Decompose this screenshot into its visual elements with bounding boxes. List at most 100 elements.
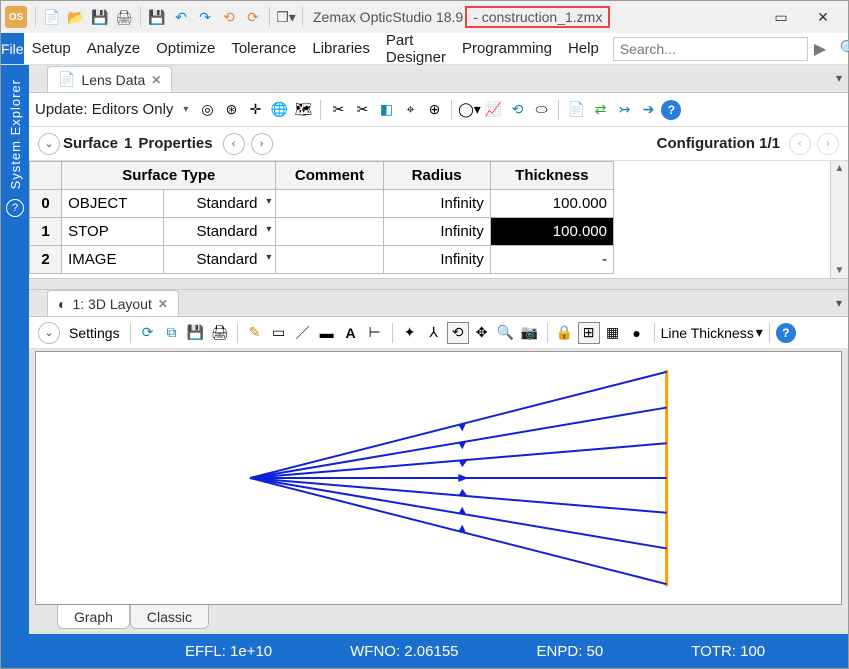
menu-programming[interactable]: Programming: [454, 33, 560, 64]
tool-b-icon[interactable]: ✂: [351, 99, 373, 121]
camera-icon[interactable]: 📷: [519, 322, 541, 344]
next-config-button[interactable]: ›: [817, 133, 839, 155]
arrow-icon[interactable]: ➔: [637, 99, 659, 121]
tool-a-icon[interactable]: ✂: [327, 99, 349, 121]
refresh-all-icon[interactable]: ⟳: [242, 6, 264, 28]
tab-lens-data[interactable]: 📄 Lens Data ✕: [47, 66, 172, 92]
help-icon[interactable]: ?: [661, 100, 681, 120]
surface-label: Surface: [63, 135, 118, 152]
menu-analyze[interactable]: Analyze: [79, 33, 148, 64]
print-icon[interactable]: 🖨: [113, 6, 135, 28]
line-icon[interactable]: ／: [292, 322, 314, 344]
tab-classic[interactable]: Classic: [130, 605, 209, 629]
layout-settings-expand[interactable]: ⌄: [38, 322, 60, 344]
menu-optimize[interactable]: Optimize: [148, 33, 223, 64]
compass-icon[interactable]: ✦: [399, 322, 421, 344]
note-icon[interactable]: 📄: [565, 99, 587, 121]
crosshair-icon[interactable]: ✛: [244, 99, 266, 121]
update-mode-label[interactable]: Update: Editors Only: [35, 101, 173, 118]
open-icon[interactable]: 📂: [65, 6, 87, 28]
swap-icon[interactable]: ⇄: [589, 99, 611, 121]
grid-icon[interactable]: ▦: [602, 322, 624, 344]
stop-icon[interactable]: ⊕: [423, 99, 445, 121]
rect-icon[interactable]: ▭: [268, 322, 290, 344]
sidebar-help-icon[interactable]: ?: [6, 199, 24, 217]
minimize-button[interactable]: ▭: [760, 3, 802, 31]
lock-icon[interactable]: 🔒: [554, 322, 576, 344]
link-icon[interactable]: ↣: [613, 99, 635, 121]
axes-icon[interactable]: ⅄: [423, 322, 445, 344]
map-icon[interactable]: 🗺: [292, 99, 314, 121]
text-icon[interactable]: A: [340, 322, 362, 344]
new-icon[interactable]: 📄: [41, 6, 63, 28]
tab-3d-layout[interactable]: ◐ 1: 3D Layout ✕: [47, 290, 179, 316]
aperture-icon[interactable]: ⌖: [399, 99, 421, 121]
layout-settings-label[interactable]: Settings: [69, 325, 120, 341]
globe-icon[interactable]: 🌐: [268, 99, 290, 121]
search-input[interactable]: [613, 37, 808, 61]
line-thickness-caret[interactable]: ▾: [756, 324, 763, 341]
save-image-icon[interactable]: 💾: [185, 322, 207, 344]
toggle-icon[interactable]: ⬭: [530, 99, 552, 121]
windows-icon[interactable]: ❐▾: [275, 6, 297, 28]
expand-properties-button[interactable]: ⌄: [38, 133, 60, 155]
file-menu[interactable]: File: [1, 33, 24, 64]
layout-panel-menu-icon[interactable]: ▾: [836, 296, 842, 310]
save-icon[interactable]: 💾: [89, 6, 111, 28]
refresh-icon[interactable]: ⟲: [218, 6, 240, 28]
tab-graph[interactable]: Graph: [57, 605, 130, 629]
refresh-layout-icon[interactable]: ⟳: [137, 322, 159, 344]
zoom-icon[interactable]: 🔍: [495, 322, 517, 344]
circle-icon[interactable]: ◯▾: [458, 99, 480, 121]
close-layout-tab-icon[interactable]: ✕: [158, 297, 168, 311]
chart-icon[interactable]: 📈: [482, 99, 504, 121]
table-row[interactable]: 2IMAGEStandardInfinity-: [30, 246, 614, 274]
lasso-icon[interactable]: ⟲: [506, 99, 528, 121]
lens-data-grid[interactable]: Surface TypeCommentRadiusThickness0OBJEC…: [29, 161, 848, 279]
fit-icon[interactable]: ⊞: [578, 322, 600, 344]
close-tab-icon[interactable]: ✕: [151, 73, 161, 87]
prev-config-button[interactable]: ‹: [789, 133, 811, 155]
table-row[interactable]: 0OBJECTStandardInfinity100.000: [30, 190, 614, 218]
prev-surface-button[interactable]: ‹: [223, 133, 245, 155]
surface-properties-row: ⌄ Surface 1 Properties ‹ › Configuration…: [29, 127, 848, 161]
layout-help-icon[interactable]: ?: [776, 323, 796, 343]
undo-icon[interactable]: ↶: [170, 6, 192, 28]
scroll-down-icon[interactable]: ▼: [835, 265, 845, 276]
black-circle-icon[interactable]: ●: [626, 322, 648, 344]
menu-part-designer[interactable]: Part Designer: [378, 33, 454, 64]
lens-icon[interactable]: ◧: [375, 99, 397, 121]
update-mode-caret[interactable]: ▾: [183, 104, 188, 115]
scroll-up-icon[interactable]: ▲: [835, 163, 845, 174]
menu-libraries[interactable]: Libraries: [304, 33, 378, 64]
rotate-icon[interactable]: ⟲: [447, 322, 469, 344]
target2-icon[interactable]: ⊛: [220, 99, 242, 121]
sidebar-system-explorer[interactable]: System Explorer ?: [1, 65, 29, 634]
redo-icon[interactable]: ↷: [194, 6, 216, 28]
close-button[interactable]: ✕: [802, 3, 844, 31]
pencil-icon[interactable]: ✎: [244, 322, 266, 344]
print-layout-icon[interactable]: 🖨: [209, 322, 231, 344]
measure-icon[interactable]: ⊢: [364, 322, 386, 344]
line-thickness-label[interactable]: Line Thickness: [661, 325, 754, 341]
status-wfno: WFNO: 2.06155: [336, 643, 472, 660]
layout-bottom-tabs: Graph Classic: [29, 605, 848, 631]
sidebar-label: System Explorer: [8, 79, 23, 189]
configuration-label: Configuration 1/1: [657, 135, 780, 152]
dash-icon[interactable]: ▬: [316, 322, 338, 344]
table-row[interactable]: 1STOPStandardInfinity100.000: [30, 218, 614, 246]
save-all-icon[interactable]: 💾: [146, 6, 168, 28]
grid-scrollbar[interactable]: ▲ ▼: [830, 161, 848, 278]
panel-menu-icon[interactable]: ▾: [836, 71, 842, 85]
target-icon[interactable]: ◎: [196, 99, 218, 121]
next-surface-button[interactable]: ›: [251, 133, 273, 155]
menu-tolerance[interactable]: Tolerance: [223, 33, 304, 64]
app-title: Zemax OpticStudio 18.9: [313, 9, 463, 25]
menu-help[interactable]: Help: [560, 33, 607, 64]
search-icon[interactable]: 🔍: [840, 39, 849, 59]
pan-icon[interactable]: ✥: [471, 322, 493, 344]
menu-setup[interactable]: Setup: [24, 33, 79, 64]
layout-canvas[interactable]: [35, 351, 842, 605]
run-icon[interactable]: ▶: [814, 39, 834, 59]
copy-icon[interactable]: ⧉: [161, 322, 183, 344]
